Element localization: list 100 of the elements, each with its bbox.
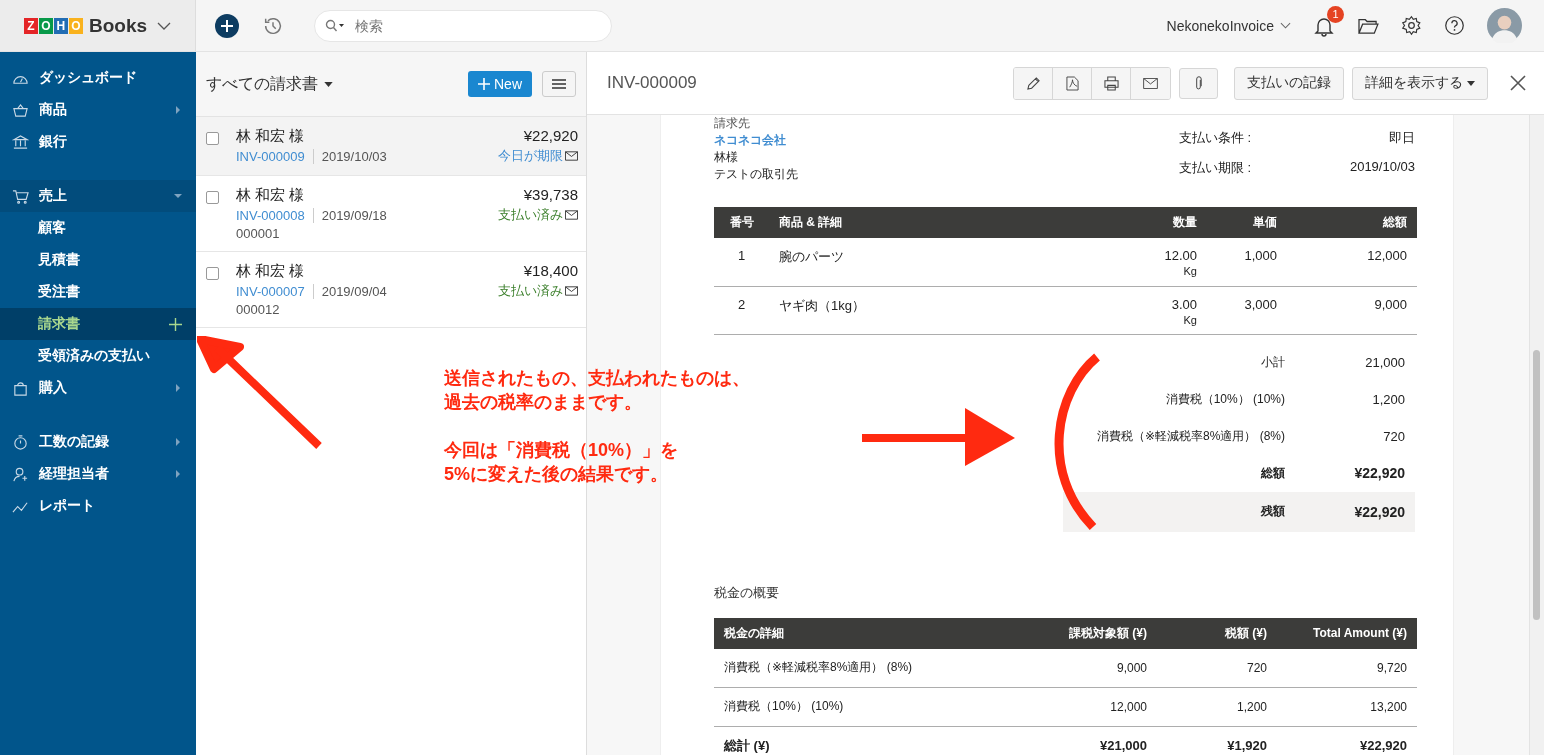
organization-menu[interactable]: NekonekoInvoice bbox=[1166, 17, 1291, 34]
caret-down-icon bbox=[1467, 80, 1475, 86]
sidebar-subitem[interactable]: 請求書 bbox=[0, 308, 196, 340]
term-value: 2019/10/03 bbox=[1349, 159, 1415, 176]
table-cell: 消費税（10%） (10%) bbox=[714, 687, 937, 726]
table-cell: 腕のパーツ bbox=[769, 238, 1097, 286]
mail-icon bbox=[565, 286, 578, 296]
sidebar-item[interactable]: ダッシュボード bbox=[0, 62, 196, 94]
sidebar-item[interactable]: 購入 bbox=[0, 372, 196, 404]
sidebar-item[interactable]: 商品 bbox=[0, 94, 196, 126]
reference-number: 000012 bbox=[236, 302, 281, 317]
pdf-button[interactable] bbox=[1053, 67, 1092, 99]
app-name: Books bbox=[88, 14, 148, 37]
notification-badge: 1 bbox=[1327, 5, 1344, 23]
total-label: 小計 bbox=[1261, 353, 1285, 371]
column-header: 数量 bbox=[1097, 207, 1207, 238]
total-label: 消費税（※軽減税率8%適用） (8%) bbox=[1096, 427, 1285, 445]
help-icon[interactable] bbox=[1444, 15, 1465, 36]
search-input[interactable]: 検索 bbox=[353, 16, 601, 35]
add-icon[interactable] bbox=[214, 12, 240, 39]
table-cell: 1 bbox=[714, 238, 769, 286]
scrollbar[interactable] bbox=[1533, 350, 1540, 620]
chevron-down-icon[interactable] bbox=[157, 21, 172, 30]
avatar[interactable] bbox=[1487, 8, 1522, 43]
term-value: 即日 bbox=[1389, 129, 1415, 147]
invoice-status: 今日が期限 bbox=[498, 147, 563, 165]
email-button[interactable] bbox=[1131, 67, 1170, 99]
pencil-icon bbox=[1025, 75, 1041, 91]
reference-number: 000001 bbox=[236, 226, 281, 241]
paperclip-icon bbox=[1194, 75, 1203, 91]
list-title[interactable]: すべての請求書 bbox=[206, 73, 333, 95]
total-value: ¥22,920 bbox=[1353, 503, 1405, 520]
sidebar-item[interactable]: レポート bbox=[0, 490, 196, 522]
bag-icon bbox=[14, 381, 27, 396]
address-line: テストの取引先 bbox=[714, 166, 798, 183]
customer-name: 林 和宏 様 bbox=[236, 186, 306, 205]
caret-down-icon bbox=[324, 81, 333, 87]
logo-letter: O bbox=[68, 17, 83, 34]
customer-name: 林 和宏 様 bbox=[236, 262, 306, 281]
table-cell: ¥22,920 bbox=[1277, 726, 1417, 755]
table-cell: ¥1,920 bbox=[1157, 726, 1277, 755]
invoice-row[interactable]: 林 和宏 様 INV-000008 2019/09/18 000001 ¥39,738 支払い済み bbox=[196, 176, 586, 252]
logo-letter: Z bbox=[23, 17, 38, 34]
chart-icon bbox=[12, 501, 28, 513]
checkbox[interactable] bbox=[206, 191, 219, 204]
invoice-row[interactable]: 林 和宏 様 INV-000007 2019/09/04 000012 ¥18,400 支払い済み bbox=[196, 252, 586, 328]
total-value: 1,200 bbox=[1371, 391, 1405, 407]
table-cell: 1,200 bbox=[1157, 687, 1277, 726]
invoice-status: 支払い済み bbox=[498, 282, 563, 300]
menu-icon bbox=[552, 79, 566, 89]
plus-icon bbox=[478, 78, 490, 90]
invoice-number[interactable]: INV-000008 bbox=[236, 208, 314, 223]
envelope-icon bbox=[1143, 77, 1158, 89]
logo-letter: O bbox=[38, 17, 53, 34]
table-cell: 9,000 bbox=[937, 648, 1157, 687]
unit: Kg bbox=[1182, 313, 1197, 326]
customer-link[interactable]: ネコネコ会社 bbox=[714, 132, 798, 149]
settings-icon[interactable] bbox=[1401, 15, 1422, 36]
table-cell: ¥21,000 bbox=[937, 726, 1157, 755]
close-icon[interactable] bbox=[1510, 75, 1526, 91]
total-value: 720 bbox=[1382, 428, 1405, 444]
total-label: 総額 bbox=[1261, 464, 1285, 482]
bank-icon bbox=[13, 134, 28, 149]
sidebar-item[interactable]: 売上 bbox=[0, 180, 196, 212]
table-cell: 2 bbox=[714, 286, 769, 334]
invoice-amount: ¥18,400 bbox=[523, 262, 578, 279]
folder-icon[interactable] bbox=[1357, 16, 1379, 35]
sidebar-subitem[interactable]: 受領済みの支払い bbox=[0, 340, 196, 372]
more-button[interactable]: 詳細を表示する bbox=[1352, 66, 1488, 100]
table-cell: 9,720 bbox=[1277, 648, 1417, 687]
sidebar-subitem[interactable]: 顧客 bbox=[0, 212, 196, 244]
invoice-amount: ¥39,738 bbox=[523, 186, 578, 203]
menu-button[interactable] bbox=[542, 71, 576, 97]
mail-icon bbox=[565, 210, 578, 220]
table-cell: ヤギ肉（1kg） bbox=[769, 286, 1097, 334]
sidebar-item[interactable]: 工数の記録 bbox=[0, 426, 196, 458]
invoice-row[interactable]: 林 和宏 様 INV-000009 2019/10/03 ¥22,920 今日が期限 bbox=[196, 117, 586, 176]
table-cell: 12,000 bbox=[937, 687, 1157, 726]
sidebar-item[interactable]: 経理担当者 bbox=[0, 458, 196, 490]
invoice-status: 支払い済み bbox=[498, 206, 563, 224]
search-bar[interactable]: 検索 bbox=[314, 9, 612, 42]
table-cell: 1,000 bbox=[1207, 238, 1287, 286]
print-button[interactable] bbox=[1092, 67, 1131, 99]
term-label: 支払い期限 : bbox=[1179, 159, 1252, 177]
sidebar-subitem[interactable]: 見積書 bbox=[0, 244, 196, 276]
checkbox[interactable] bbox=[206, 132, 219, 145]
add-icon[interactable] bbox=[169, 317, 182, 331]
record-payment-button[interactable]: 支払いの記録 bbox=[1234, 66, 1344, 100]
column-header: Total Amount (¥) bbox=[1277, 617, 1417, 649]
edit-button[interactable] bbox=[1014, 67, 1053, 99]
new-button[interactable]: New bbox=[468, 71, 532, 97]
sidebar-item[interactable]: 銀行 bbox=[0, 126, 196, 158]
sidebar-subitem[interactable]: 受注書 bbox=[0, 276, 196, 308]
attach-button[interactable] bbox=[1179, 67, 1218, 99]
checkbox[interactable] bbox=[206, 267, 219, 280]
person-icon bbox=[13, 467, 28, 482]
customer-name: 林 和宏 様 bbox=[236, 127, 306, 146]
search-icon bbox=[325, 18, 345, 33]
timer-icon bbox=[14, 434, 27, 450]
invoice-number[interactable]: INV-000007 bbox=[236, 284, 314, 299]
